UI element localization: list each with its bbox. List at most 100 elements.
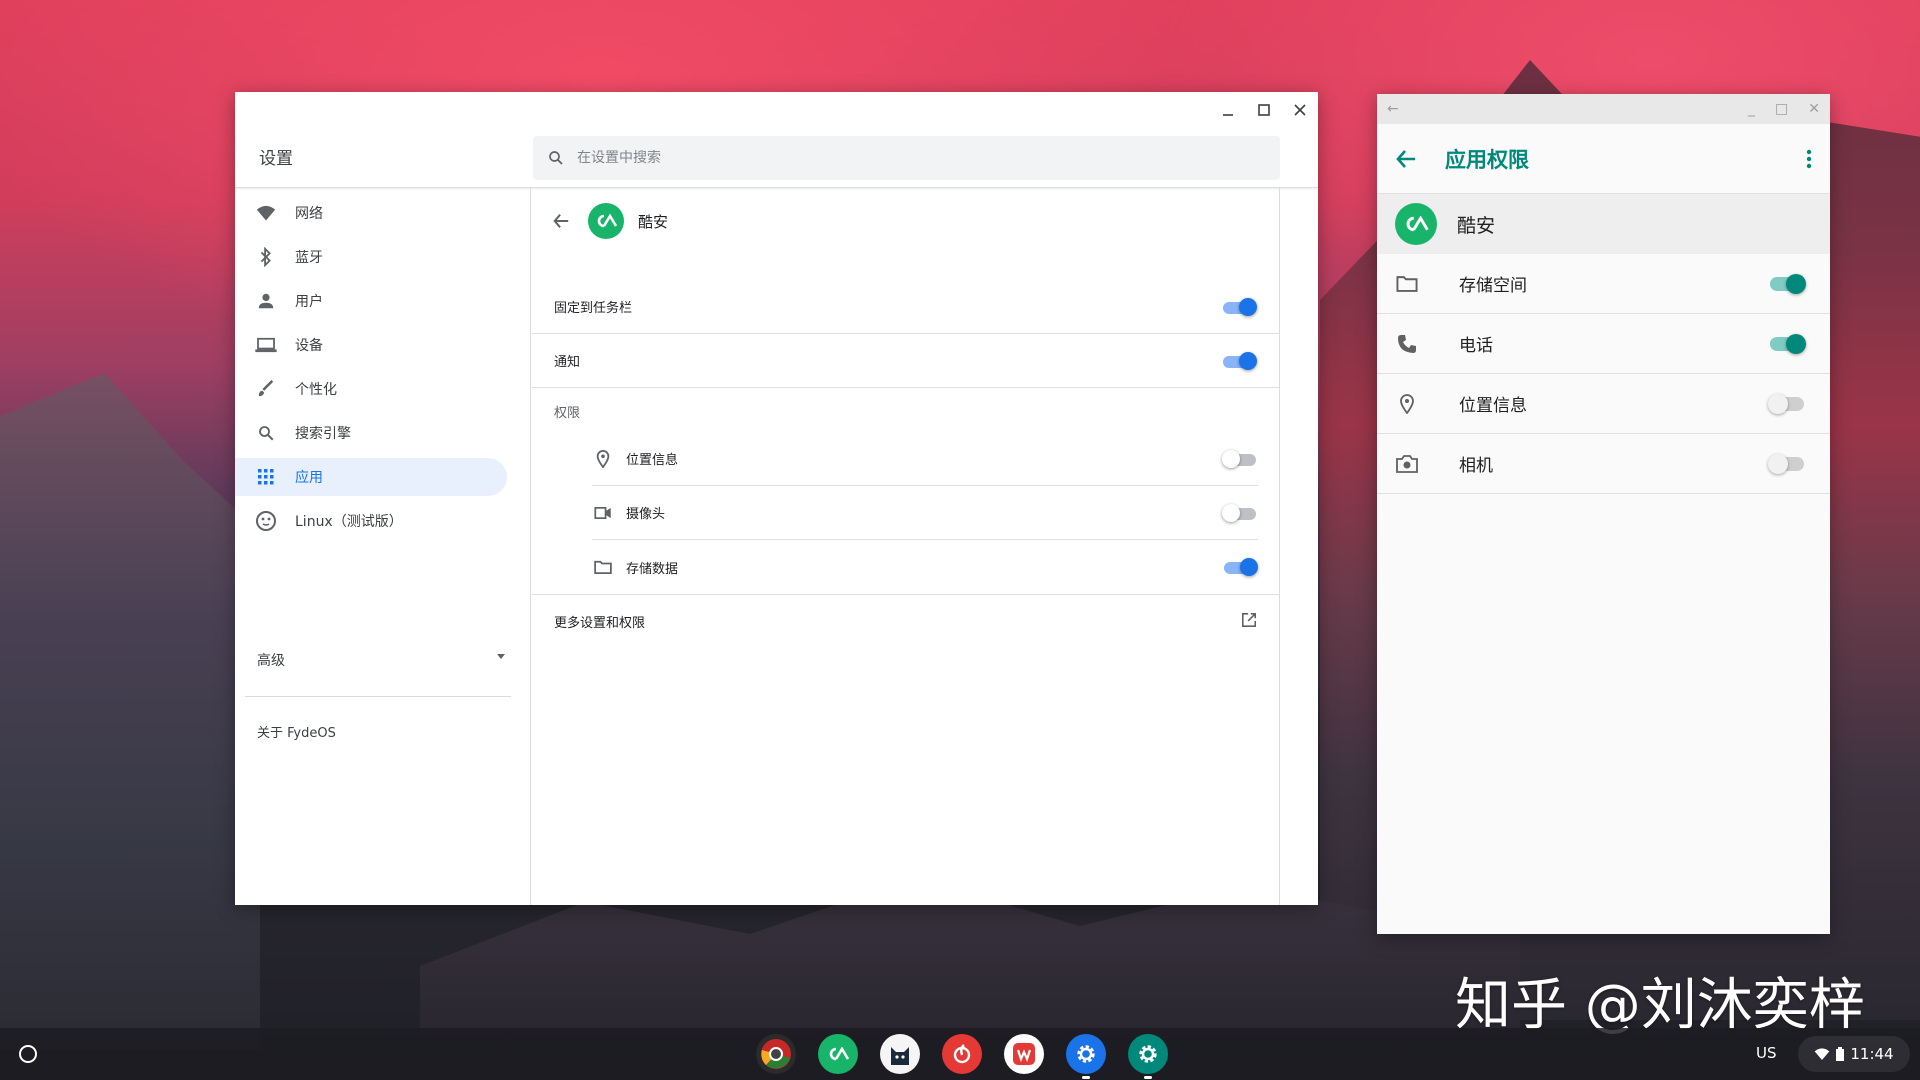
open-external-icon[interactable] <box>1241 612 1257 632</box>
camera-switch[interactable] <box>1768 452 1808 476</box>
sidebar-item-search-engine[interactable]: 搜索引擎 <box>235 414 507 452</box>
status-tray[interactable]: 11:44 <box>1798 1036 1910 1072</box>
search-icon <box>255 422 277 444</box>
back-arrow-icon[interactable] <box>1395 149 1417 169</box>
perm-window-titlebar: ← _ □ ✕ <box>1377 94 1830 124</box>
laptop-icon <box>255 334 277 356</box>
pin-to-shelf-row[interactable]: 固定到任务栏 <box>532 280 1279 334</box>
settings-search[interactable] <box>533 136 1280 180</box>
sidebar-item-label: 应用 <box>295 470 323 486</box>
minimize-button[interactable] <box>1210 92 1246 128</box>
gear-icon <box>1077 1045 1095 1063</box>
sidebar-item-label: 个性化 <box>295 382 337 398</box>
minimize-icon <box>1223 114 1233 116</box>
sidebar-item-label: 蓝牙 <box>295 250 323 266</box>
brush-icon <box>255 378 277 400</box>
back-arrow-icon[interactable] <box>552 212 570 230</box>
close-button[interactable] <box>1282 92 1318 128</box>
sidebar-divider <box>245 696 511 697</box>
sidebar-item-linux[interactable]: Linux（测试版） <box>235 502 507 540</box>
permission-row-camera[interactable]: 摄像头 <box>592 486 1258 540</box>
perm-row-label: 相机 <box>1459 456 1493 476</box>
perm-row-storage[interactable]: 存储空间 <box>1377 254 1830 314</box>
more-vert-icon[interactable] <box>1806 149 1812 169</box>
more-settings-label: 更多设置和权限 <box>554 616 646 631</box>
sidebar-item-network[interactable]: 网络 <box>235 194 507 232</box>
perm-row-label: 存储空间 <box>1459 276 1527 296</box>
location-switch[interactable] <box>1768 392 1808 416</box>
shelf-app-wps[interactable] <box>1004 1034 1044 1074</box>
advanced-label: 高级 <box>257 653 285 669</box>
shelf-app-android-settings[interactable] <box>1128 1034 1168 1079</box>
back-arrow-icon[interactable]: ← <box>1387 101 1399 117</box>
launcher-circle-icon <box>19 1045 37 1063</box>
notification-label: 通知 <box>554 355 581 370</box>
coolapk-icon <box>829 1047 850 1061</box>
input-method-indicator[interactable]: US <box>1756 1044 1777 1062</box>
shelf-app-chrome-settings[interactable] <box>1066 1034 1106 1079</box>
perm-row-camera[interactable]: 相机 <box>1377 434 1830 494</box>
location-toggle[interactable] <box>1222 449 1258 469</box>
perm-row-label: 电话 <box>1459 336 1493 356</box>
maximize-button[interactable] <box>1246 92 1282 128</box>
shelf-app-cat[interactable] <box>880 1034 920 1074</box>
folder-icon <box>1395 275 1419 292</box>
app-name: 酷安 <box>638 212 669 231</box>
settings-title: 设置 <box>259 149 293 169</box>
perm-app-name: 酷安 <box>1457 214 1496 237</box>
running-indicator <box>1082 1076 1090 1079</box>
chrome-icon <box>761 1039 791 1069</box>
linux-icon <box>255 510 277 532</box>
shelf-app-netease-music[interactable] <box>942 1034 982 1074</box>
sidebar-item-bluetooth[interactable]: 蓝牙 <box>235 238 507 276</box>
sidebar-item-label: 搜索引擎 <box>295 426 351 442</box>
notification-toggle[interactable] <box>1221 351 1257 371</box>
more-settings-row[interactable]: 更多设置和权限 <box>532 594 1279 648</box>
perm-row-phone[interactable]: 电话 <box>1377 314 1830 374</box>
shelf-app-chrome[interactable] <box>756 1034 796 1074</box>
about-fydeos-link[interactable]: 关于 FydeOS <box>257 722 336 741</box>
sidebar-item-users[interactable]: 用户 <box>235 282 507 320</box>
search-icon <box>549 151 563 165</box>
sidebar-item-device[interactable]: 设备 <box>235 326 507 364</box>
wps-icon <box>1013 1043 1035 1065</box>
close-icon[interactable]: ✕ <box>1808 101 1820 117</box>
app-detail-pane: 酷安 固定到任务栏 通知 权限 位置信息 摄像头 存储数据 更多设置和权限 <box>532 188 1280 905</box>
phone-switch[interactable] <box>1768 332 1808 356</box>
camera-icon <box>1395 454 1419 473</box>
permission-row-storage[interactable]: 存储数据 <box>592 540 1258 594</box>
camera-toggle[interactable] <box>1222 503 1258 523</box>
perm-app-bar: 应用权限 <box>1377 124 1830 194</box>
maximize-icon[interactable]: □ <box>1775 101 1788 117</box>
sidebar-item-personalization[interactable]: 个性化 <box>235 370 507 408</box>
bluetooth-icon <box>255 246 277 268</box>
location-pin-icon <box>592 449 614 468</box>
permission-row-location[interactable]: 位置信息 <box>592 432 1258 486</box>
storage-toggle[interactable] <box>1222 557 1258 577</box>
close-icon <box>1294 104 1306 116</box>
phone-icon <box>1395 334 1419 354</box>
advanced-toggle[interactable]: 高级 <box>257 650 507 670</box>
launcher-button[interactable] <box>14 1040 42 1068</box>
app-permissions-window: ← _ □ ✕ 应用权限 酷安 存储空间 电话 位置信息 相机 <box>1377 94 1830 934</box>
pin-toggle[interactable] <box>1221 297 1257 317</box>
perm-row-location[interactable]: 位置信息 <box>1377 374 1830 434</box>
search-input[interactable] <box>577 150 1177 166</box>
settings-header: 设置 <box>235 92 1318 188</box>
sidebar-item-label: 用户 <box>295 294 323 310</box>
sidebar-item-label: 设备 <box>295 338 323 354</box>
running-indicator <box>1144 1076 1152 1079</box>
shelf-app-coolapk[interactable] <box>818 1034 858 1074</box>
perm-app-header: 酷安 <box>1377 194 1830 254</box>
notification-row[interactable]: 通知 <box>532 334 1279 388</box>
minimize-icon[interactable]: _ <box>1748 101 1755 117</box>
wifi-icon <box>1815 1048 1830 1060</box>
wallpaper-mountain-left <box>0 373 260 1050</box>
sidebar-item-apps[interactable]: 应用 <box>235 458 507 496</box>
wifi-icon <box>255 202 277 224</box>
sidebar-item-label: Linux（测试版） <box>295 514 403 530</box>
battery-icon <box>1836 1047 1845 1061</box>
maximize-icon <box>1258 104 1270 116</box>
storage-switch[interactable] <box>1768 272 1808 296</box>
shelf-apps <box>756 1034 1168 1079</box>
